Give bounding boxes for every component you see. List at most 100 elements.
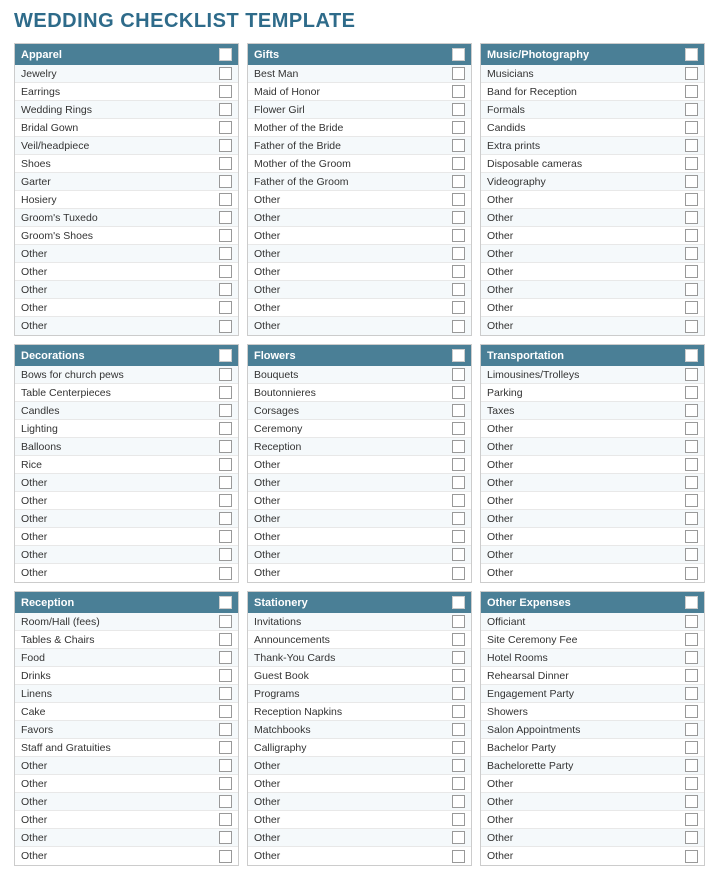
item-checkbox[interactable] bbox=[219, 103, 232, 116]
section-header-checkbox-stationery[interactable] bbox=[452, 596, 465, 609]
item-checkbox[interactable] bbox=[452, 567, 465, 580]
item-checkbox[interactable] bbox=[452, 494, 465, 507]
item-checkbox[interactable] bbox=[452, 193, 465, 206]
item-checkbox[interactable] bbox=[685, 476, 698, 489]
item-checkbox[interactable] bbox=[685, 157, 698, 170]
item-checkbox[interactable] bbox=[452, 813, 465, 826]
item-checkbox[interactable] bbox=[219, 741, 232, 754]
item-checkbox[interactable] bbox=[685, 103, 698, 116]
item-checkbox[interactable] bbox=[685, 687, 698, 700]
item-checkbox[interactable] bbox=[452, 422, 465, 435]
item-checkbox[interactable] bbox=[685, 548, 698, 561]
item-checkbox[interactable] bbox=[219, 211, 232, 224]
item-checkbox[interactable] bbox=[685, 193, 698, 206]
item-checkbox[interactable] bbox=[219, 67, 232, 80]
item-checkbox[interactable] bbox=[219, 301, 232, 314]
item-checkbox[interactable] bbox=[219, 404, 232, 417]
item-checkbox[interactable] bbox=[685, 67, 698, 80]
item-checkbox[interactable] bbox=[685, 229, 698, 242]
item-checkbox[interactable] bbox=[452, 85, 465, 98]
item-checkbox[interactable] bbox=[685, 494, 698, 507]
item-checkbox[interactable] bbox=[219, 512, 232, 525]
item-checkbox[interactable] bbox=[452, 211, 465, 224]
item-checkbox[interactable] bbox=[452, 121, 465, 134]
item-checkbox[interactable] bbox=[452, 67, 465, 80]
item-checkbox[interactable] bbox=[219, 283, 232, 296]
item-checkbox[interactable] bbox=[452, 368, 465, 381]
section-header-checkbox-decorations[interactable] bbox=[219, 349, 232, 362]
item-checkbox[interactable] bbox=[219, 813, 232, 826]
item-checkbox[interactable] bbox=[219, 705, 232, 718]
item-checkbox[interactable] bbox=[452, 723, 465, 736]
item-checkbox[interactable] bbox=[219, 831, 232, 844]
item-checkbox[interactable] bbox=[452, 458, 465, 471]
section-header-checkbox-other-expenses[interactable] bbox=[685, 596, 698, 609]
item-checkbox[interactable] bbox=[685, 265, 698, 278]
item-checkbox[interactable] bbox=[219, 759, 232, 772]
item-checkbox[interactable] bbox=[685, 530, 698, 543]
section-header-checkbox-flowers[interactable] bbox=[452, 349, 465, 362]
item-checkbox[interactable] bbox=[685, 139, 698, 152]
item-checkbox[interactable] bbox=[219, 422, 232, 435]
item-checkbox[interactable] bbox=[685, 651, 698, 664]
item-checkbox[interactable] bbox=[685, 247, 698, 260]
item-checkbox[interactable] bbox=[219, 440, 232, 453]
item-checkbox[interactable] bbox=[219, 247, 232, 260]
item-checkbox[interactable] bbox=[685, 422, 698, 435]
item-checkbox[interactable] bbox=[219, 175, 232, 188]
item-checkbox[interactable] bbox=[452, 512, 465, 525]
item-checkbox[interactable] bbox=[685, 669, 698, 682]
item-checkbox[interactable] bbox=[452, 175, 465, 188]
item-checkbox[interactable] bbox=[452, 229, 465, 242]
section-header-checkbox-transportation[interactable] bbox=[685, 349, 698, 362]
item-checkbox[interactable] bbox=[685, 723, 698, 736]
item-checkbox[interactable] bbox=[685, 458, 698, 471]
item-checkbox[interactable] bbox=[685, 633, 698, 646]
item-checkbox[interactable] bbox=[452, 777, 465, 790]
item-checkbox[interactable] bbox=[452, 157, 465, 170]
item-checkbox[interactable] bbox=[685, 813, 698, 826]
item-checkbox[interactable] bbox=[452, 759, 465, 772]
item-checkbox[interactable] bbox=[685, 615, 698, 628]
item-checkbox[interactable] bbox=[452, 831, 465, 844]
item-checkbox[interactable] bbox=[685, 759, 698, 772]
section-header-checkbox-gifts[interactable] bbox=[452, 48, 465, 61]
item-checkbox[interactable] bbox=[452, 103, 465, 116]
item-checkbox[interactable] bbox=[452, 440, 465, 453]
item-checkbox[interactable] bbox=[219, 615, 232, 628]
item-checkbox[interactable] bbox=[685, 368, 698, 381]
item-checkbox[interactable] bbox=[219, 139, 232, 152]
item-checkbox[interactable] bbox=[219, 476, 232, 489]
item-checkbox[interactable] bbox=[219, 386, 232, 399]
item-checkbox[interactable] bbox=[219, 229, 232, 242]
section-header-checkbox-apparel[interactable] bbox=[219, 48, 232, 61]
item-checkbox[interactable] bbox=[685, 211, 698, 224]
item-checkbox[interactable] bbox=[452, 548, 465, 561]
item-checkbox[interactable] bbox=[685, 85, 698, 98]
item-checkbox[interactable] bbox=[219, 723, 232, 736]
item-checkbox[interactable] bbox=[685, 795, 698, 808]
item-checkbox[interactable] bbox=[685, 404, 698, 417]
item-checkbox[interactable] bbox=[452, 265, 465, 278]
item-checkbox[interactable] bbox=[452, 669, 465, 682]
item-checkbox[interactable] bbox=[219, 265, 232, 278]
item-checkbox[interactable] bbox=[452, 301, 465, 314]
section-header-checkbox-reception[interactable] bbox=[219, 596, 232, 609]
item-checkbox[interactable] bbox=[452, 795, 465, 808]
item-checkbox[interactable] bbox=[452, 530, 465, 543]
item-checkbox[interactable] bbox=[219, 777, 232, 790]
item-checkbox[interactable] bbox=[685, 705, 698, 718]
item-checkbox[interactable] bbox=[452, 705, 465, 718]
item-checkbox[interactable] bbox=[452, 283, 465, 296]
item-checkbox[interactable] bbox=[219, 193, 232, 206]
item-checkbox[interactable] bbox=[452, 687, 465, 700]
item-checkbox[interactable] bbox=[452, 633, 465, 646]
item-checkbox[interactable] bbox=[685, 567, 698, 580]
item-checkbox[interactable] bbox=[452, 651, 465, 664]
item-checkbox[interactable] bbox=[219, 850, 232, 863]
item-checkbox[interactable] bbox=[219, 795, 232, 808]
item-checkbox[interactable] bbox=[452, 741, 465, 754]
section-header-checkbox-music-photography[interactable] bbox=[685, 48, 698, 61]
item-checkbox[interactable] bbox=[452, 615, 465, 628]
item-checkbox[interactable] bbox=[452, 247, 465, 260]
